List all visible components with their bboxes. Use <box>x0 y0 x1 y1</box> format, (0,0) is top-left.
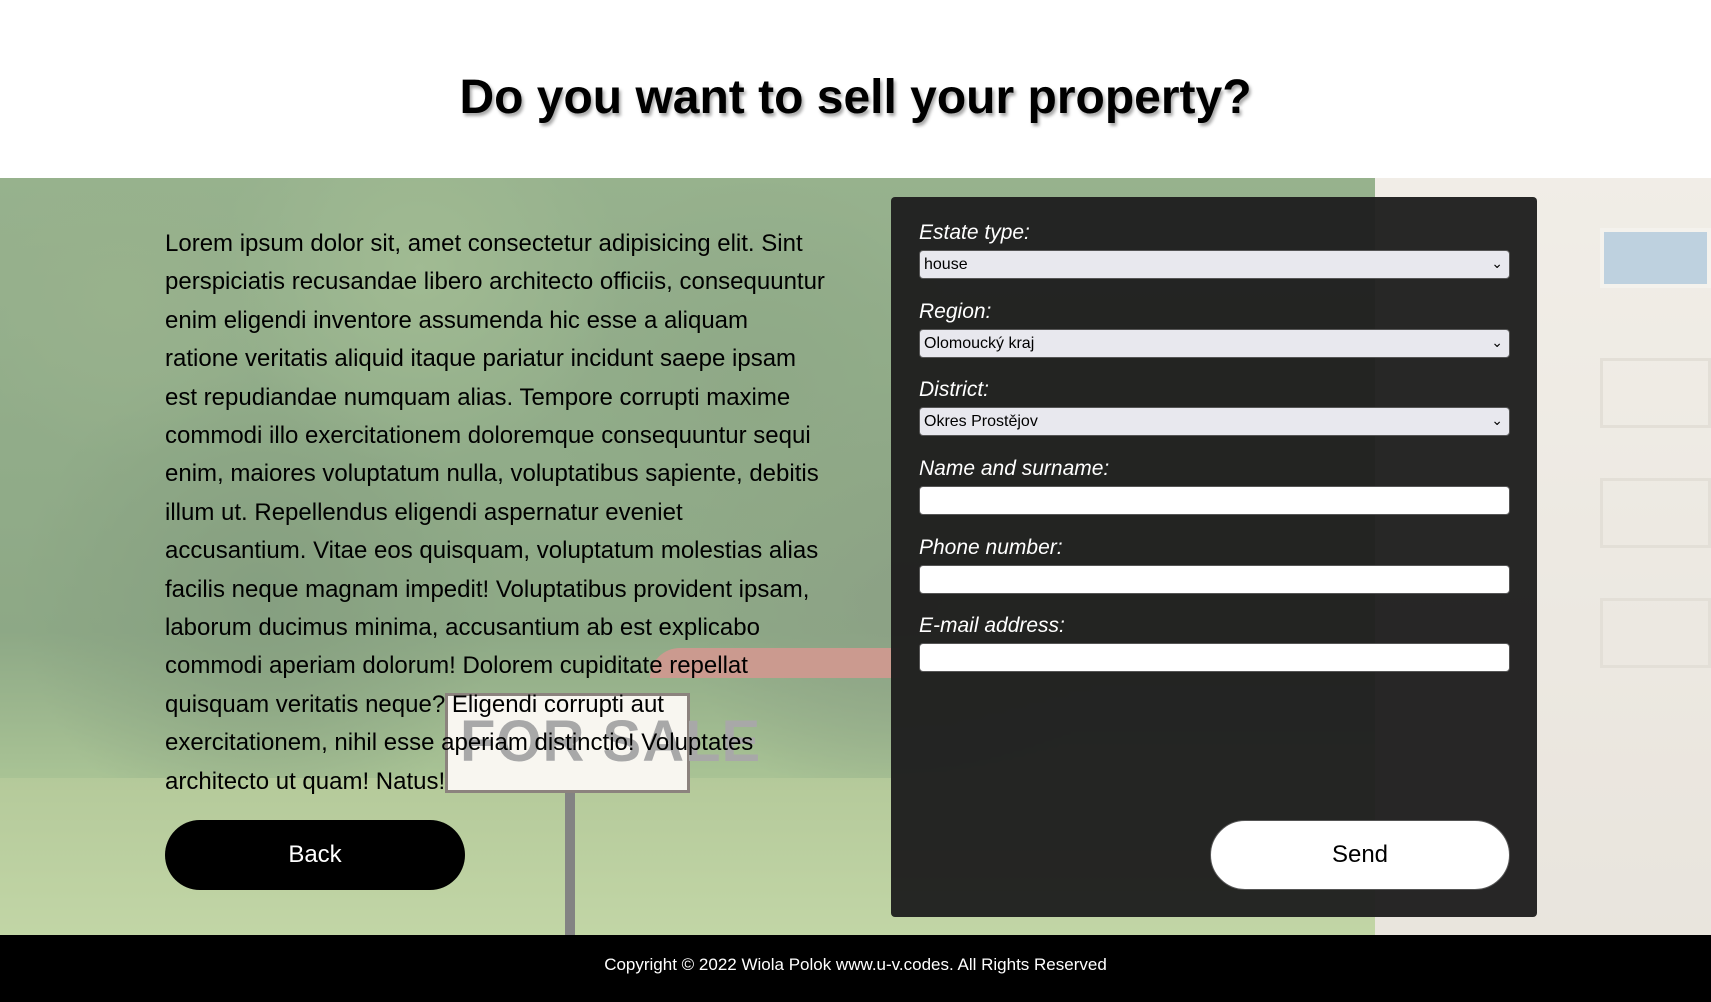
sell-form: Estate type: house ⌄ Region: Olomoucký k… <box>891 197 1537 917</box>
name-label: Name and surname: <box>919 457 1110 480</box>
region-select[interactable]: Olomoucký kraj ⌄ <box>919 329 1510 358</box>
phone-label: Phone number: <box>919 536 1063 559</box>
estate-type-select[interactable]: house ⌄ <box>919 250 1510 279</box>
page-title: Do you want to sell your property? <box>459 71 1252 124</box>
send-button[interactable]: Send <box>1210 820 1510 890</box>
district-value: Okres Prostějov <box>924 413 1038 430</box>
chevron-down-icon: ⌄ <box>1491 412 1503 428</box>
chevron-down-icon: ⌄ <box>1491 255 1503 271</box>
hero-section: FOR SALE Lorem ipsum dolor sit, amet con… <box>0 178 1711 935</box>
intro-text: Lorem ipsum dolor sit, amet consectetur … <box>165 230 825 795</box>
back-button[interactable]: Back <box>165 820 465 890</box>
region-label: Region: <box>919 300 992 323</box>
district-label: District: <box>919 378 989 401</box>
estate-type-value: house <box>924 256 968 273</box>
estate-type-label: Estate type: <box>919 221 1030 244</box>
district-select[interactable]: Okres Prostějov ⌄ <box>919 407 1510 436</box>
copyright-text: Copyright © 2022 Wiola Polok www.u-v.cod… <box>604 955 1107 974</box>
page-header: Do you want to sell your property? <box>0 0 1711 178</box>
email-input[interactable] <box>919 643 1510 672</box>
phone-input[interactable] <box>919 565 1510 594</box>
email-label: E-mail address: <box>919 614 1065 637</box>
name-input[interactable] <box>919 486 1510 515</box>
chevron-down-icon: ⌄ <box>1491 334 1503 350</box>
footer: Copyright © 2022 Wiola Polok www.u-v.cod… <box>0 935 1711 1002</box>
region-value: Olomoucký kraj <box>924 335 1035 352</box>
